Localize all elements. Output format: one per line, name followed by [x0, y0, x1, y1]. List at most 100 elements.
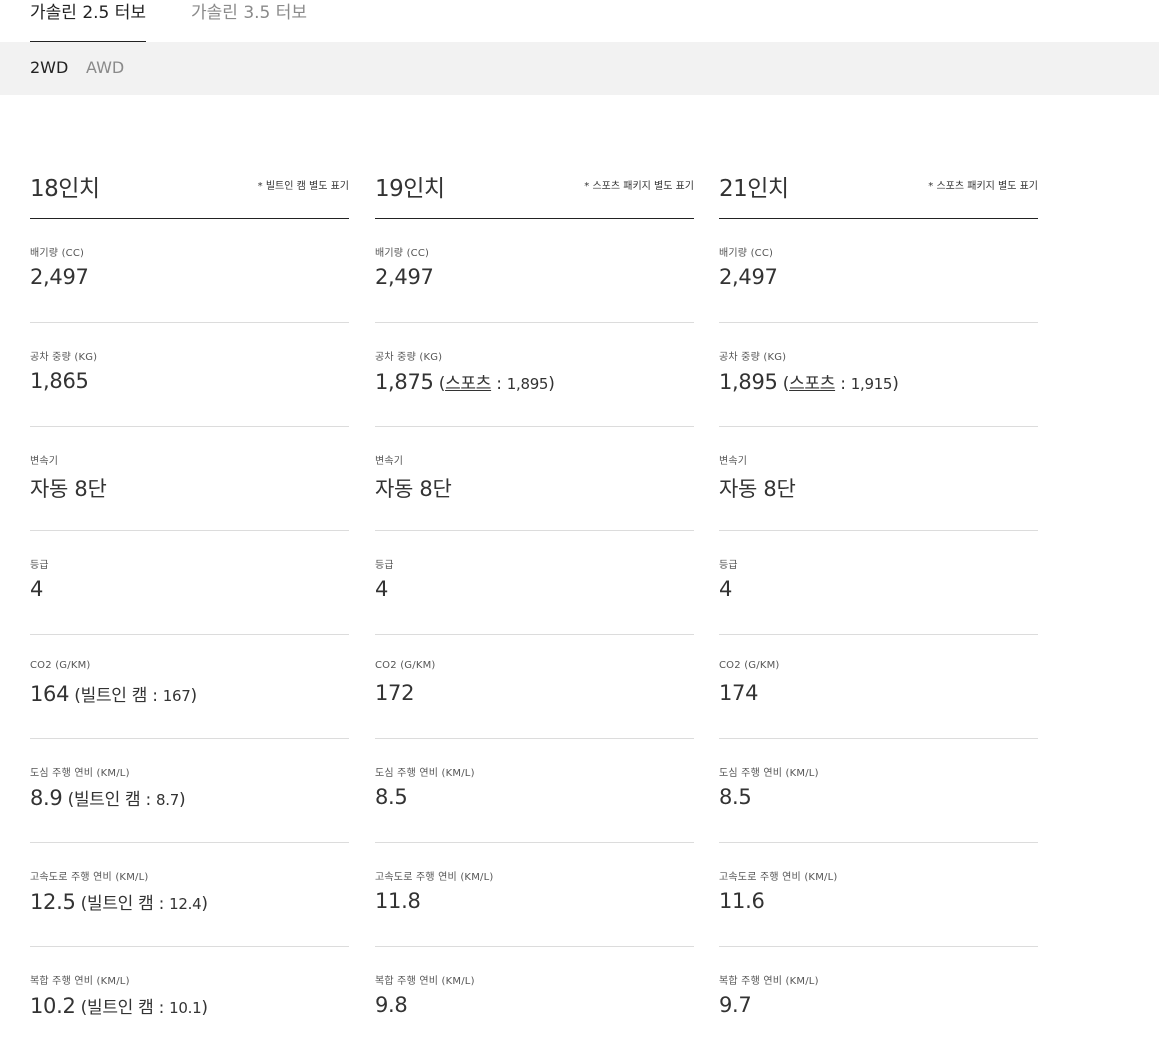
spec-value: 10.2 (빌트인 캠 : 10.1) [30, 993, 208, 1018]
spec-row: 공차 중량 (KG) 1,895 (스포츠 : 1,915) [719, 323, 1038, 427]
spec-main-value: 164 [30, 682, 70, 706]
wheel-size-title: 18인치 [30, 176, 100, 202]
spec-main-value: 2,497 [30, 265, 89, 289]
spec-value: 8.9 (빌트인 캠 : 8.7) [30, 785, 186, 810]
spec-row: 도심 주행 연비 (KM/L) 8.9 (빌트인 캠 : 8.7) [30, 739, 349, 843]
spec-value: 174 [719, 681, 758, 705]
spec-extra-label: 스포츠 [445, 374, 492, 394]
column-note: * 스포츠 패키지 별도 표기 [584, 181, 694, 192]
tab-gasoline-2-5-turbo[interactable]: 가솔린 2.5 터보 [30, 0, 147, 43]
spec-label: CO2 (G/KM) [719, 660, 780, 671]
spec-value: 1,875 (스포츠 : 1,895) [375, 369, 555, 394]
spec-extra-value: (스포츠 : 1,895) [433, 374, 555, 394]
spec-value: 1,865 [30, 369, 89, 393]
spec-value: 9.7 [719, 993, 752, 1017]
spec-main-value: 8.9 [30, 786, 63, 810]
spec-row: 등급 4 [30, 531, 349, 635]
wheel-size-title: 19인치 [375, 176, 445, 202]
spec-label: 공차 중량 (KG) [30, 352, 98, 363]
spec-row: 변속기자동 8단 [375, 427, 694, 531]
spec-extra-label: 빌트인 캠 [87, 998, 154, 1018]
spec-extra-label: 빌트인 캠 [80, 686, 148, 706]
spec-main-value: 1,865 [30, 369, 89, 393]
spec-label: 공차 중량 (KG) [375, 352, 443, 363]
spec-value: 11.8 [375, 889, 421, 913]
spec-extra-value: (빌트인 캠 : 8.7) [62, 790, 186, 810]
spec-label: 복합 주행 연비 (KM/L) [719, 976, 819, 987]
spec-main-value: 자동 8단 [719, 477, 796, 501]
spec-main-value: 9.8 [375, 993, 408, 1017]
spec-extra-number: 1,895 [506, 375, 549, 393]
spec-column: 21인치 * 스포츠 패키지 별도 표기배기량 (CC) 2,497 공차 중량 (K… [719, 165, 1038, 1050]
spec-label: 복합 주행 연비 (KM/L) [375, 976, 475, 987]
spec-main-value: 11.6 [719, 889, 765, 913]
spec-main-value: 8.5 [719, 785, 752, 809]
spec-main-value: 자동 8단 [375, 477, 452, 501]
spec-value: 11.6 [719, 889, 765, 913]
spec-label: 고속도로 주행 연비 (KM/L) [375, 872, 494, 883]
spec-extra-value: (빌트인 캠 : 12.4) [75, 894, 208, 914]
spec-value: 4 [30, 577, 43, 601]
spec-extra-number: 8.7 [156, 791, 180, 809]
spec-label: 등급 [375, 560, 394, 571]
spec-value: 자동 8단 [719, 473, 796, 503]
spec-row: 도심 주행 연비 (KM/L) 8.5 [719, 739, 1038, 843]
spec-extra-label: 빌트인 캠 [87, 894, 154, 914]
spec-extra-label: 빌트인 캠 [73, 790, 141, 810]
spec-row: CO2 (G/KM) 172 [375, 635, 694, 739]
spec-row: 배기량 (CC) 2,497 [30, 219, 349, 323]
column-note: * 빌트인 캠 별도 표기 [257, 181, 349, 192]
spec-row: 고속도로 주행 연비 (KM/L) 12.5 (빌트인 캠 : 12.4) [30, 843, 349, 947]
spec-label: 배기량 (CC) [375, 248, 430, 259]
column-header: 18인치 * 빌트인 캠 별도 표기 [30, 165, 349, 219]
spec-value: 12.5 (빌트인 캠 : 12.4) [30, 889, 208, 914]
spec-value: 164 (빌트인 캠 : 167) [30, 681, 197, 706]
spec-main-value: 10.2 [30, 994, 76, 1018]
spec-label: 변속기 [30, 456, 59, 467]
spec-row: 등급 4 [719, 531, 1038, 635]
spec-label: 공차 중량 (KG) [719, 352, 787, 363]
spec-label: CO2 (G/KM) [30, 660, 91, 671]
spec-main-value: 2,497 [375, 265, 434, 289]
spec-label: 변속기 [375, 456, 404, 467]
spec-extra-number: 12.4 [169, 895, 202, 913]
drivetrain-tab-bar: 2WD AWD [0, 42, 1159, 95]
spec-label: 도심 주행 연비 (KM/L) [719, 768, 819, 779]
spec-row: 변속기자동 8단 [30, 427, 349, 531]
spec-label: 복합 주행 연비 (KM/L) [30, 976, 130, 987]
spec-row: 공차 중량 (KG) 1,865 [30, 323, 349, 427]
spec-main-value: 9.7 [719, 993, 752, 1017]
tab-awd[interactable]: AWD [86, 58, 124, 77]
spec-extra-label: 스포츠 [789, 374, 836, 394]
spec-row: 고속도로 주행 연비 (KM/L) 11.8 [375, 843, 694, 947]
spec-value: 9.8 [375, 993, 408, 1017]
spec-row: 배기량 (CC) 2,497 [719, 219, 1038, 323]
spec-value: 자동 8단 [30, 473, 107, 503]
spec-row: CO2 (G/KM) 164 (빌트인 캠 : 167) [30, 635, 349, 739]
spec-value: 1,895 (스포츠 : 1,915) [719, 369, 899, 394]
spec-extra-number: 10.1 [169, 999, 202, 1017]
spec-main-value: 1,895 [719, 370, 778, 394]
column-note: * 스포츠 패키지 별도 표기 [928, 181, 1038, 192]
spec-column: 18인치 * 빌트인 캠 별도 표기 배기량 (CC) 2,497 공차 중량 (KG)… [30, 165, 349, 1050]
spec-main-value: 1,875 [375, 370, 434, 394]
spec-main-value: 172 [375, 681, 415, 705]
spec-value: 2,497 [375, 265, 434, 289]
spec-label: 등급 [719, 560, 738, 571]
spec-main-value: 8.5 [375, 785, 408, 809]
spec-label: 등급 [30, 560, 49, 571]
spec-main-value: 174 [719, 681, 759, 705]
spec-label: 배기량 (CC) [719, 248, 774, 259]
column-header: 21인치 * 스포츠 패키지 별도 표기 [719, 165, 1038, 219]
engine-tab-bar: 가솔린 2.5 터보 가솔린 3.5 터보 [0, 0, 1159, 43]
spec-value: 4 [375, 577, 388, 601]
spec-value: 2,497 [30, 265, 89, 289]
spec-main-value: 4 [375, 577, 389, 601]
spec-value: 자동 8단 [375, 473, 452, 503]
spec-label: 변속기 [719, 456, 748, 467]
tab-gasoline-3-5-turbo[interactable]: 가솔린 3.5 터보 [191, 0, 307, 42]
spec-column: 19인치 * 스포츠 패키지 별도 표기배기량 (CC) 2,497 공차 중량 (K… [375, 165, 694, 1050]
spec-value: 2,497 [719, 265, 778, 289]
spec-main-value: 자동 8단 [30, 477, 107, 501]
tab-2wd[interactable]: 2WD [30, 58, 68, 77]
